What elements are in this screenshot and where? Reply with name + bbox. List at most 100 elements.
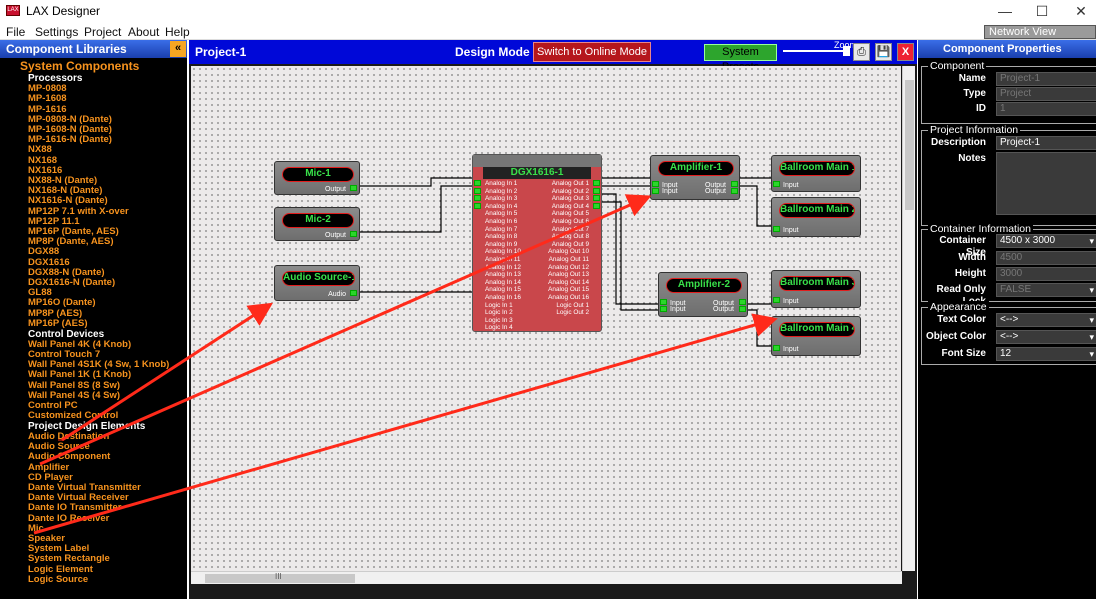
dgx-output-label: Analog Out 16 xyxy=(548,294,589,301)
dgx-input-port[interactable] xyxy=(474,195,481,202)
input-port[interactable] xyxy=(652,188,659,194)
tree-item[interactable]: Wall Panel 8S (8 Sw) xyxy=(28,380,120,391)
dgx-input-port[interactable] xyxy=(474,180,481,186)
amplifier-1-block[interactable]: Amplifier-1 Input Input Output Output xyxy=(650,155,740,200)
ballroom-main-1-block[interactable]: Ballroom Main 1 Input xyxy=(771,155,861,192)
ballroom-main-3-block[interactable]: Ballroom Main 3 Input xyxy=(771,270,861,308)
input-port[interactable] xyxy=(773,345,780,351)
wire[interactable] xyxy=(600,201,658,311)
dgx-output-port[interactable] xyxy=(593,202,600,209)
dgx-input-label: Analog In 7 xyxy=(485,225,518,233)
output-label: Output xyxy=(712,306,734,313)
tree-item[interactable]: DGX88 xyxy=(28,247,59,257)
dgx-input-port[interactable] xyxy=(474,202,481,209)
tree-item[interactable]: Logic Source xyxy=(28,574,88,585)
menu-settings[interactable]: Settings xyxy=(35,25,78,39)
dgx-input-label: Analog In 15 xyxy=(485,286,521,294)
input-label: Input xyxy=(783,346,799,353)
close-window-button[interactable]: ✕ xyxy=(1066,2,1096,20)
close-project-icon[interactable]: X xyxy=(897,43,914,61)
tree-item[interactable]: Dante IO Transmitter xyxy=(28,503,121,513)
horizontal-scrollbar[interactable]: III xyxy=(191,571,902,584)
zoom-slider-thumb[interactable] xyxy=(843,46,850,56)
dgx-input-label: Analog In 11 xyxy=(485,256,521,263)
scroll-thumb[interactable] xyxy=(905,80,914,210)
output-port[interactable] xyxy=(731,188,738,194)
wire[interactable] xyxy=(600,193,658,305)
tree-root-system-components[interactable]: System Components xyxy=(20,60,139,73)
tree-item[interactable]: NX88 xyxy=(28,145,52,155)
tree-item[interactable]: Customized Control xyxy=(28,411,118,421)
mic-2-block[interactable]: Mic-2 Output xyxy=(274,207,360,241)
height-label: Height xyxy=(954,268,986,279)
container-information-group: Container Information Container Size 450… xyxy=(921,223,1096,307)
group-title: Appearance xyxy=(928,301,989,313)
dgx-output-port[interactable] xyxy=(593,195,600,202)
output-port[interactable] xyxy=(350,185,357,191)
output-port[interactable] xyxy=(739,299,746,305)
dgx-output-label: Analog Out 14 xyxy=(548,278,589,286)
text-color-dropdown[interactable]: <--> xyxy=(996,313,1096,327)
font-size-dropdown[interactable]: 12 xyxy=(996,347,1096,361)
collapse-panel-button[interactable]: « xyxy=(170,41,186,57)
menu-project[interactable]: Project xyxy=(84,25,121,39)
tree-item[interactable]: System Rectangle xyxy=(28,554,110,564)
menu-file[interactable]: File xyxy=(6,25,25,39)
tree-item[interactable]: MP16P (AES) xyxy=(28,318,87,329)
amplifier-2-block[interactable]: Amplifier-2 Input Input Output Output xyxy=(658,272,748,317)
dgx-output-label: Analog Out 12 xyxy=(548,263,589,271)
tree-item[interactable]: NX1616-N (Dante) xyxy=(28,196,108,206)
zoom-slider[interactable] xyxy=(783,50,845,52)
input-label: Input xyxy=(783,298,799,305)
width-field[interactable]: 4500 xyxy=(996,251,1096,265)
print-icon[interactable]: ⎙ xyxy=(853,43,870,61)
wire[interactable] xyxy=(359,177,472,187)
output-port[interactable] xyxy=(739,306,746,312)
component-libraries-panel: Component Libraries « System Components P… xyxy=(0,40,187,599)
dgx-output-port[interactable] xyxy=(593,187,600,194)
system-presets-button[interactable]: System Presets xyxy=(704,44,777,73)
dgx-input-label: Analog In 12 xyxy=(485,263,521,271)
container-size-dropdown[interactable]: 4500 x 3000 xyxy=(996,234,1096,248)
input-port[interactable] xyxy=(773,297,780,303)
tree-group[interactable]: Control Devices xyxy=(28,329,104,340)
type-field: Project xyxy=(996,87,1096,101)
mic-1-block[interactable]: Mic-1 Output xyxy=(274,161,360,195)
wire[interactable] xyxy=(739,185,771,227)
input-port[interactable] xyxy=(652,181,659,187)
tree-item[interactable]: MP-1608 xyxy=(28,94,67,104)
dgx1616-1-block[interactable]: DGX1616-1 Analog In 1 Analog In 2 Analog I… xyxy=(472,154,602,332)
dgx-output-port[interactable] xyxy=(593,180,600,186)
notes-field[interactable] xyxy=(996,152,1096,215)
component-group: Component Name Project-1 Type Project ID… xyxy=(921,60,1096,124)
read-only-lock-dropdown[interactable]: FALSE xyxy=(996,283,1096,297)
save-icon[interactable]: 💾 xyxy=(875,43,892,61)
input-port[interactable] xyxy=(660,299,667,305)
wire[interactable] xyxy=(359,185,472,233)
menu-about[interactable]: About xyxy=(128,25,159,39)
description-field[interactable]: Project-1 xyxy=(996,136,1096,150)
audio-source-1-block[interactable]: Audio Source-1 Audio xyxy=(274,265,360,301)
minimize-button[interactable]: — xyxy=(990,2,1020,20)
output-port[interactable] xyxy=(350,290,357,296)
output-port[interactable] xyxy=(350,231,357,237)
switch-online-mode-button[interactable]: Switch to Online Mode xyxy=(533,42,651,62)
height-field[interactable]: 3000 xyxy=(996,267,1096,281)
network-view-tab[interactable]: Network View xyxy=(984,25,1096,39)
object-color-dropdown[interactable]: <--> xyxy=(996,330,1096,344)
maximize-button[interactable]: ☐ xyxy=(1027,2,1057,20)
input-port[interactable] xyxy=(773,181,780,187)
menu-help[interactable]: Help xyxy=(165,25,190,39)
design-grid[interactable]: Mic-1 Output Mic-2 Output Audio Source-1… xyxy=(191,66,901,571)
id-field: 1 xyxy=(996,102,1096,116)
input-port[interactable] xyxy=(660,306,667,312)
ballroom-main-4-block[interactable]: Ballroom Main 4 Input xyxy=(771,316,861,356)
output-port[interactable] xyxy=(731,181,738,187)
dgx-input-port[interactable] xyxy=(474,187,481,194)
vertical-scrollbar[interactable] xyxy=(902,66,915,571)
tree-item[interactable]: MP16O (Dante) xyxy=(28,298,96,308)
tree-item[interactable]: Audio Component xyxy=(28,452,110,462)
ballroom-main-2-block[interactable]: Ballroom Main 2 Input xyxy=(771,197,861,237)
input-port[interactable] xyxy=(773,226,780,232)
tree-item[interactable]: Wall Panel 1K (1 Knob) xyxy=(28,370,131,380)
